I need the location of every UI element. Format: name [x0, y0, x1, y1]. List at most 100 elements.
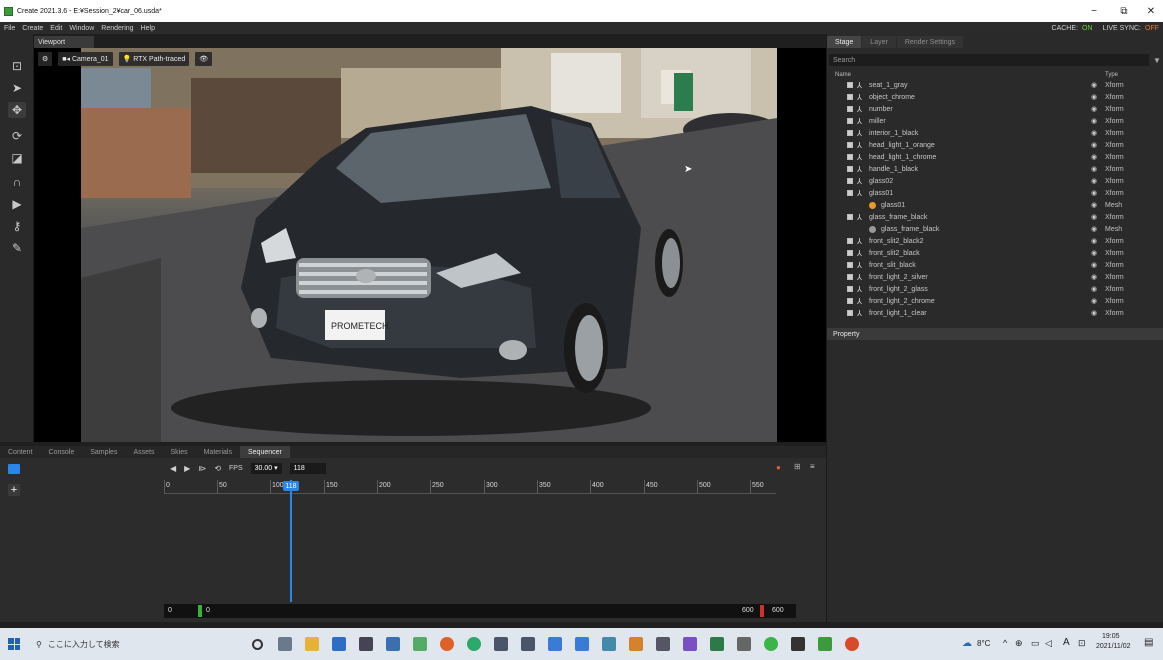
visibility-icon[interactable]: ◉: [1091, 285, 1097, 293]
app-icon[interactable]: [764, 637, 778, 651]
battery-icon[interactable]: ▭: [1031, 638, 1040, 649]
terminal-icon[interactable]: [521, 637, 535, 651]
renderer-dropdown[interactable]: 💡 RTX Path-traced: [118, 52, 190, 66]
tree-row[interactable]: ⅄ glass_frame_black ◉ Xform: [827, 211, 1163, 223]
pen-icon[interactable]: ✎: [8, 240, 26, 256]
range-start-handle[interactable]: [198, 605, 202, 617]
visibility-icon[interactable]: ◉: [1091, 81, 1097, 89]
range-end-handle[interactable]: [760, 605, 764, 617]
viewport[interactable]: PROMETECH. ⚙ ■◂ Camera_01 💡 RTX Path-tra…: [34, 48, 826, 442]
task-view-icon[interactable]: [278, 637, 292, 651]
visibility-icon[interactable]: ◉: [1091, 177, 1097, 185]
tree-row[interactable]: ⅄ head_light_1_chrome ◉ Xform: [827, 151, 1163, 163]
menu-rendering[interactable]: Rendering: [101, 25, 133, 32]
visibility-icon[interactable]: ◉: [1091, 249, 1097, 257]
tab-console[interactable]: Console: [41, 446, 83, 458]
cortana-icon[interactable]: [252, 639, 263, 650]
scale-icon[interactable]: ◪: [8, 150, 26, 166]
visibility-icon[interactable]: ◉: [1091, 309, 1097, 317]
playhead-line[interactable]: [290, 480, 292, 602]
menu-help[interactable]: Help: [141, 25, 155, 32]
app-icon[interactable]: [602, 637, 616, 651]
keyboard-icon[interactable]: ⊡: [1078, 638, 1086, 649]
settings-icon[interactable]: [359, 637, 373, 651]
visibility-icon[interactable]: ◉: [1091, 189, 1097, 197]
app-icon[interactable]: [413, 637, 427, 651]
close-button[interactable]: ✕: [1137, 0, 1163, 22]
visibility-icon[interactable]: ◉: [1091, 153, 1097, 161]
camera-dropdown[interactable]: ■◂ Camera_01: [58, 52, 113, 66]
tab-content[interactable]: Content: [0, 446, 41, 458]
menu-edit[interactable]: Edit: [50, 25, 62, 32]
menu-icon[interactable]: ≡: [810, 462, 815, 471]
magnet-icon[interactable]: ∩: [8, 174, 26, 190]
tree-row[interactable]: ⅄ front_slit_black ◉ Xform: [827, 259, 1163, 271]
visibility-icon[interactable]: ◉: [1091, 273, 1097, 281]
app-icon[interactable]: [386, 637, 400, 651]
visual-studio-icon[interactable]: [683, 637, 697, 651]
tree-row[interactable]: glass_frame_black ◉ Mesh: [827, 223, 1163, 235]
tab-layer[interactable]: Layer: [862, 36, 896, 48]
tree-row[interactable]: ⅄ head_light_1_orange ◉ Xform: [827, 139, 1163, 151]
visibility-icon[interactable]: ◉: [1091, 261, 1097, 269]
tree-row[interactable]: ⅄ front_light_2_glass ◉ Xform: [827, 283, 1163, 295]
tab-skies[interactable]: Skies: [162, 446, 195, 458]
windows-start-icon[interactable]: [8, 638, 20, 650]
notification-icon[interactable]: ▤: [1144, 637, 1153, 648]
tree-row[interactable]: ⅄ glass02 ◉ Xform: [827, 175, 1163, 187]
live-sync-value[interactable]: OFF: [1145, 25, 1159, 32]
snap-icon[interactable]: ⊡: [8, 58, 26, 74]
tab-sequencer[interactable]: Sequencer: [240, 446, 290, 458]
visibility-icon[interactable]: ◉: [1091, 213, 1097, 221]
rotate-icon[interactable]: ⟳: [8, 128, 26, 144]
cache-value[interactable]: ON: [1082, 25, 1093, 32]
lock-icon[interactable]: ⚷: [8, 218, 26, 234]
tree-row[interactable]: ⅄ handle_1_black ◉ Xform: [827, 163, 1163, 175]
menu-file[interactable]: File: [4, 25, 15, 32]
tree-row[interactable]: ⅄ glass01 ◉ Xform: [827, 187, 1163, 199]
visibility-icon[interactable]: ◉: [1091, 93, 1097, 101]
menu-create[interactable]: Create: [22, 25, 43, 32]
tree-row[interactable]: ⅄ front_light_2_silver ◉ Xform: [827, 271, 1163, 283]
chevron-up-icon[interactable]: ^: [1003, 638, 1007, 648]
play-icon[interactable]: ▶: [8, 196, 26, 212]
visibility-icon[interactable]: ◉: [1091, 117, 1097, 125]
visibility-icon[interactable]: ◉: [1091, 165, 1097, 173]
browser-icon[interactable]: [440, 637, 454, 651]
visibility-icon[interactable]: ◉: [1091, 297, 1097, 305]
tree-row[interactable]: ⅄ miller ◉ Xform: [827, 115, 1163, 127]
app-icon[interactable]: [575, 637, 589, 651]
tree-row[interactable]: ⅄ front_slit2_black2 ◉ Xform: [827, 235, 1163, 247]
tab-stage[interactable]: Stage: [827, 36, 862, 48]
app-icon[interactable]: [791, 637, 805, 651]
clock-time[interactable]: 19:05: [1102, 633, 1120, 640]
tab-viewport[interactable]: Viewport: [34, 36, 94, 48]
app-icon[interactable]: [548, 637, 562, 651]
file-explorer-icon[interactable]: [305, 637, 319, 651]
tree-row[interactable]: ⅄ front_light_1_clear ◉ Xform: [827, 307, 1163, 319]
app-icon[interactable]: [629, 637, 643, 651]
tab-samples[interactable]: Samples: [82, 446, 125, 458]
select-icon[interactable]: ➤: [8, 80, 26, 96]
app-icon[interactable]: [845, 637, 859, 651]
app-icon[interactable]: [656, 637, 670, 651]
visibility-icon[interactable]: ◉: [1091, 201, 1097, 209]
range-end-field[interactable]: 600: [772, 607, 784, 614]
tab-materials[interactable]: Materials: [196, 446, 240, 458]
menu-window[interactable]: Window: [69, 25, 94, 32]
tree-row[interactable]: glass01 ◉ Mesh: [827, 199, 1163, 211]
playback-range-bar[interactable]: 0 0 600 600: [164, 604, 796, 618]
loop-icon[interactable]: ⟲: [214, 464, 221, 473]
eye-icon[interactable]: 👁: [195, 52, 213, 66]
filter-icon[interactable]: ▼: [1151, 54, 1163, 66]
sequencer-icon[interactable]: [8, 464, 20, 474]
clock-date[interactable]: 2021/11/02: [1096, 643, 1131, 650]
visibility-icon[interactable]: ◉: [1091, 225, 1097, 233]
tree-row[interactable]: ⅄ front_slit2_black ◉ Xform: [827, 247, 1163, 259]
timeline-ruler[interactable]: 0 50 100 150 200 250 300 350 400 450 500…: [164, 480, 776, 494]
volume-icon[interactable]: ◁: [1045, 638, 1052, 649]
chrome-icon[interactable]: [467, 637, 481, 651]
visibility-icon[interactable]: ◉: [1091, 237, 1097, 245]
taskbar-search-input[interactable]: ⚲ ここに入力して検索: [32, 632, 240, 656]
minimize-button[interactable]: −: [1080, 0, 1108, 22]
